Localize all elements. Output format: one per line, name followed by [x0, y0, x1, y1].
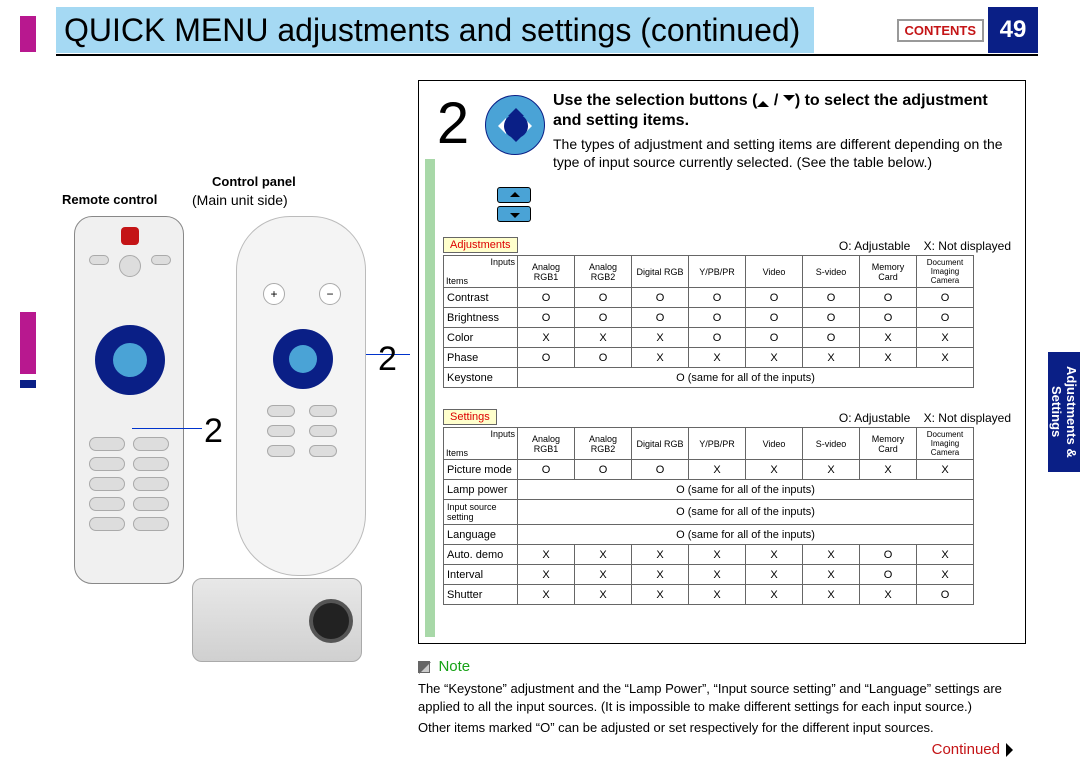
legend-adjustable: O: Adjustable	[839, 239, 910, 253]
remote-diagram: Remote control Control panel (Main unit …	[62, 192, 416, 660]
continued-label: Continued	[932, 741, 1020, 758]
legend: O: Adjustable X: Not displayed	[839, 411, 1011, 425]
callout-line	[132, 428, 202, 468]
step-callout: 2	[204, 412, 223, 451]
page-header: QUICK MENU adjustments and settings (con…	[56, 6, 1038, 56]
page-body: Remote control Control panel (Main unit …	[56, 62, 1038, 758]
legend-not-displayed: X: Not displayed	[924, 239, 1011, 253]
remote-dpad	[95, 325, 165, 395]
step-panel: 2 Use the selection buttons ( / ) to sel…	[418, 80, 1026, 644]
legend-adjustable: O: Adjustable	[839, 411, 910, 425]
plus-button: +	[263, 283, 285, 305]
continued-arrow-icon	[1006, 743, 1020, 757]
adjustments-tab: Adjustments	[443, 237, 518, 253]
remote-lamp	[121, 227, 139, 245]
legend: O: Adjustable X: Not displayed	[839, 239, 1011, 253]
contents-button[interactable]: CONTENTS	[897, 19, 985, 42]
up-down-buttons-icon	[497, 187, 531, 225]
control-panel-label: Control panel	[212, 174, 296, 189]
note-text-2: Other items marked “O” can be adjusted o…	[418, 719, 1026, 737]
rail-marker	[20, 312, 36, 374]
projector-lens	[309, 599, 353, 643]
step-heading: Use the selection buttons ( / ) to selec…	[553, 91, 1015, 131]
control-panel-illustration: + −	[236, 216, 366, 576]
adjustments-table: ItemsInputsAnalog RGB1Analog RGB2Digital…	[443, 255, 974, 388]
rail-marker	[20, 16, 36, 52]
step-accent-bar	[425, 87, 435, 637]
settings-table: ItemsInputsAnalog RGB1Analog RGB2Digital…	[443, 427, 974, 605]
step-number: 2	[425, 87, 481, 159]
note-icon	[418, 661, 430, 673]
down-arrow-icon	[783, 95, 795, 107]
minus-button: −	[319, 283, 341, 305]
step-heading-before: Use the selection buttons (	[553, 92, 757, 109]
step-callout: 2	[378, 340, 397, 379]
step-description: The types of adjustment and setting item…	[553, 135, 1015, 171]
left-rail	[12, 6, 44, 758]
note-text-1: The “Keystone” adjustment and the “Lamp …	[418, 680, 1026, 715]
note-block: Note The “Keystone” adjustment and the “…	[418, 658, 1026, 737]
settings-tab: Settings	[443, 409, 497, 425]
remote-top-buttons	[89, 255, 171, 277]
panel-dpad	[273, 329, 333, 389]
remote-illustration	[74, 216, 184, 584]
section-tab: Adjustments & Settings	[1048, 352, 1080, 472]
page-number: 49	[988, 7, 1038, 53]
main-unit-side-label: (Main unit side)	[192, 192, 288, 208]
projector-illustration	[192, 578, 362, 662]
remote-control-label: Remote control	[62, 192, 157, 207]
rail-marker	[20, 380, 36, 388]
legend-not-displayed: X: Not displayed	[924, 411, 1011, 425]
up-arrow-icon	[757, 95, 769, 107]
note-label: Note	[438, 658, 470, 675]
dpad-icon	[485, 95, 545, 155]
page-title: QUICK MENU adjustments and settings (con…	[56, 7, 814, 53]
